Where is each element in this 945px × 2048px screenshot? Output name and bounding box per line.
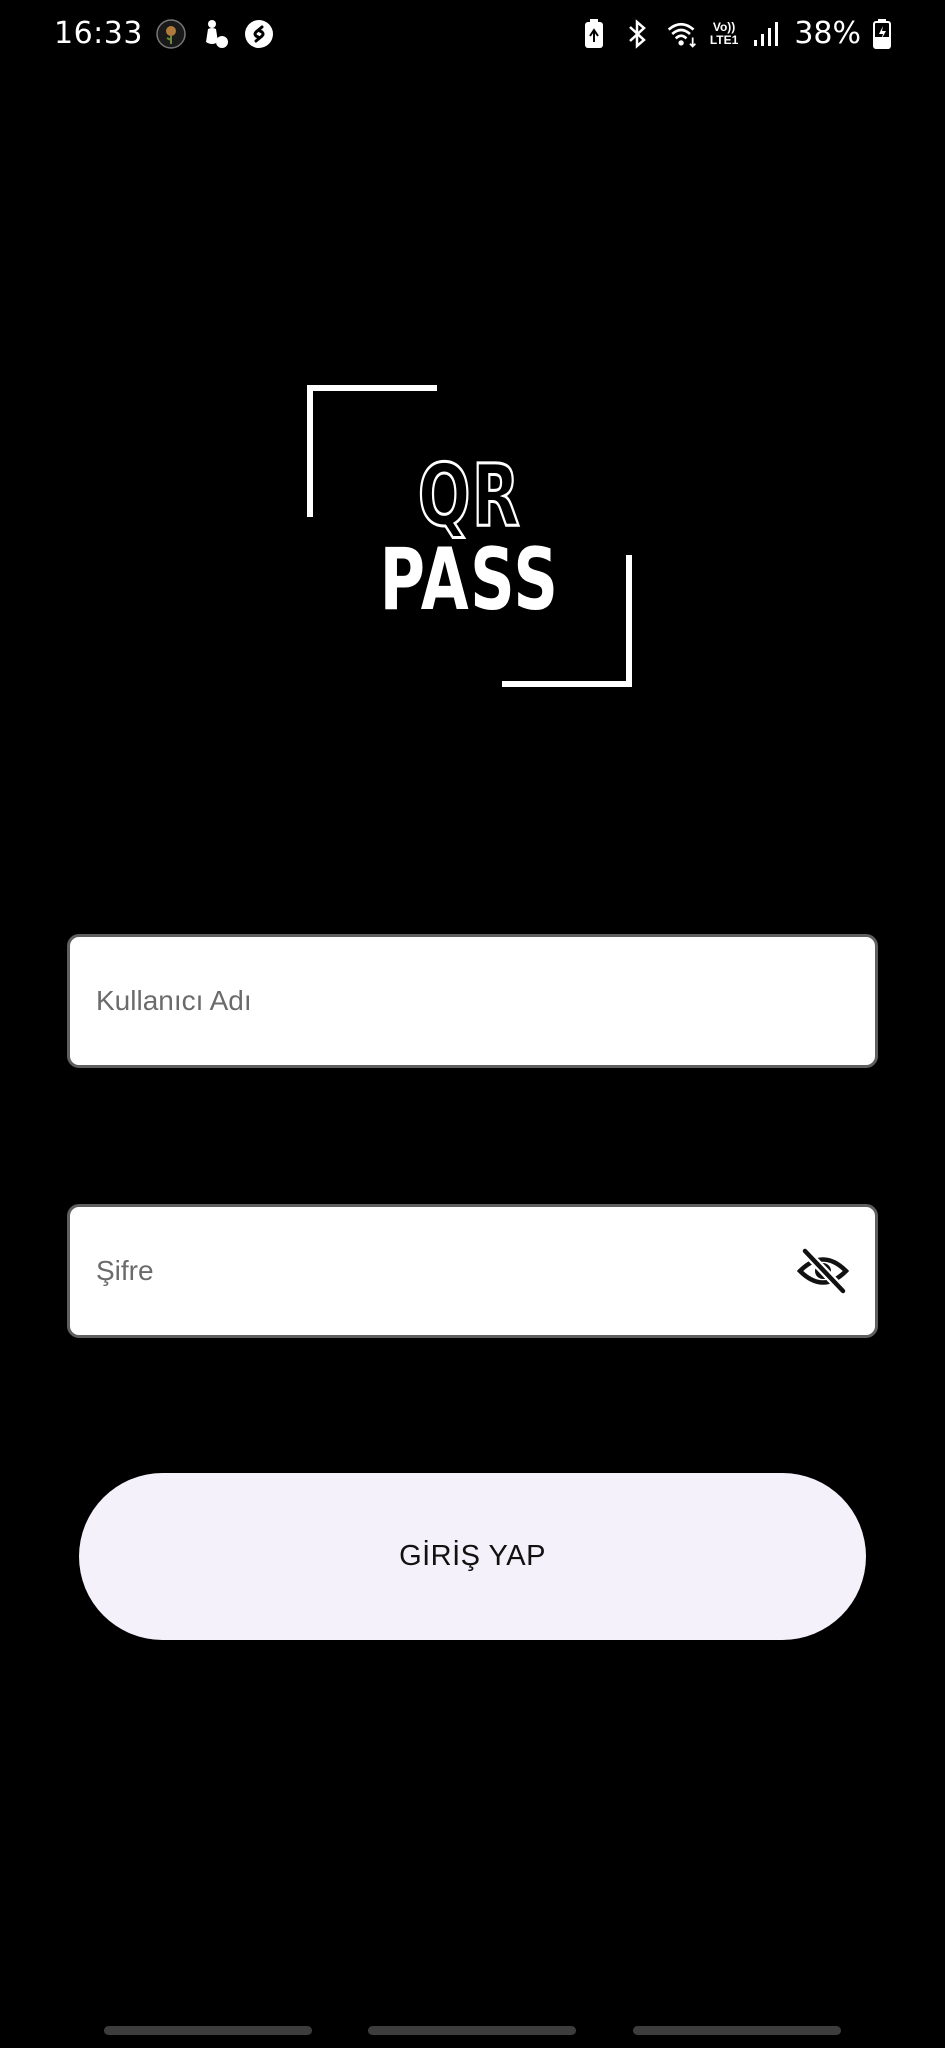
- lte-label: LTE1: [709, 32, 739, 47]
- nav-handle-left[interactable]: [104, 2026, 312, 2035]
- shazam-icon: [243, 18, 275, 50]
- username-field[interactable]: [67, 934, 878, 1068]
- rose-icon: [155, 18, 187, 50]
- username-input[interactable]: [70, 937, 875, 1065]
- logo-text-pass: PASS: [379, 530, 560, 630]
- bluetooth-icon: [622, 18, 654, 50]
- status-bar-right: Vo)) LTE1 38%: [578, 16, 891, 51]
- logo-text-qr: QR: [417, 446, 522, 546]
- logo-frame-corner: [307, 385, 313, 517]
- nav-handle-right[interactable]: [633, 2026, 841, 2035]
- battery-percent: 38%: [794, 16, 861, 51]
- login-screen: 16:33 Vo)) LTE1 38% QR PASS Kullanıcı Ad…: [0, 0, 945, 2048]
- status-bar: 16:33 Vo)) LTE1 38%: [0, 0, 945, 72]
- wifi-icon: [666, 18, 698, 50]
- logo-frame-corner: [307, 385, 437, 391]
- status-bar-left: 16:33: [54, 16, 275, 51]
- bowling-icon: [199, 18, 231, 50]
- login-button[interactable]: GİRİŞ YAP: [79, 1473, 866, 1640]
- signal-icon: [750, 18, 782, 50]
- volte-label: Vo)): [712, 19, 736, 34]
- status-time: 16:33: [54, 16, 143, 51]
- qr-pass-logo: QR PASS: [307, 385, 632, 687]
- volte-icon: Vo)) LTE1: [709, 19, 739, 47]
- battery-icon: [873, 18, 891, 50]
- battery-saver-icon: [578, 18, 610, 50]
- password-field[interactable]: [67, 1204, 878, 1338]
- logo-frame-corner: [626, 555, 632, 687]
- logo-frame-corner: [502, 681, 632, 687]
- password-input[interactable]: [70, 1207, 875, 1335]
- eye-off-icon[interactable]: [795, 1243, 851, 1299]
- nav-handle-center[interactable]: [368, 2026, 576, 2035]
